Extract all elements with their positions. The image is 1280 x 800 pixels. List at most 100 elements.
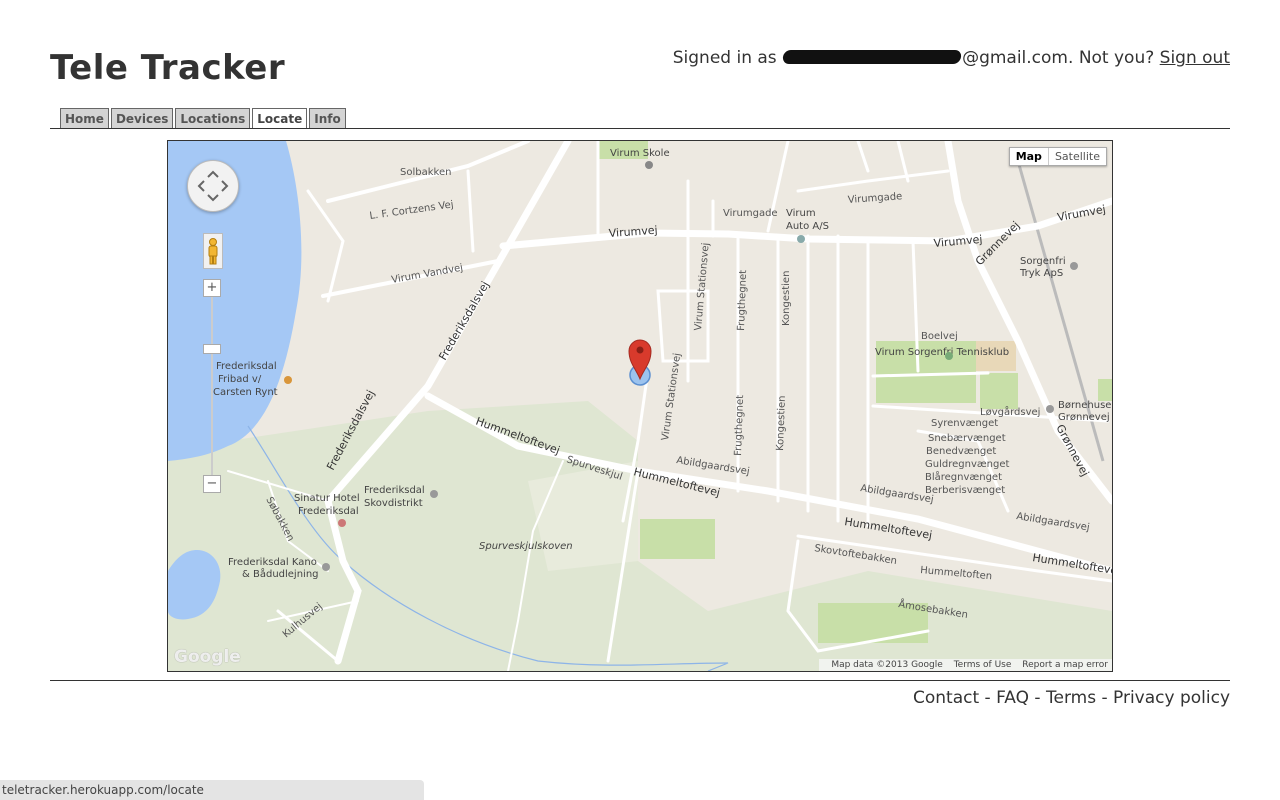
label-hotel-1: Sinatur Hotel [294, 493, 360, 504]
park-south [640, 519, 715, 559]
privacy-policy-link[interactable]: Privacy policy [1113, 688, 1230, 708]
footer-sep: - [979, 688, 997, 708]
road-lovgardsvej: Løvgårdsvej [980, 405, 1040, 418]
zoom-in-button[interactable]: + [203, 279, 221, 297]
footer-sep: - [1029, 688, 1046, 708]
road-berberisvaenget: Berberisvænget [925, 485, 1005, 496]
street-view-pegman-icon[interactable] [203, 233, 223, 269]
browser-status-bar: teletracker.herokuapp.com/locate [0, 780, 424, 800]
location-marker[interactable] [628, 339, 652, 386]
map-type-button[interactable]: Map [1010, 148, 1049, 165]
forestry-icon [430, 490, 438, 498]
report-error-link[interactable]: Report a map error [1022, 660, 1108, 670]
road-virumvej-1: Virumvej [608, 224, 658, 240]
label-hotel-2: Frederiksdal [298, 506, 359, 517]
main-nav: Home Devices Locations Locate Info [60, 108, 346, 129]
label-virum-skole: Virum Skole [610, 148, 670, 159]
park-edge [1098, 379, 1112, 401]
tab-devices[interactable]: Devices [110, 108, 174, 129]
road-guldregnvaenget: Guldregnvænget [925, 459, 1010, 470]
road-blaregnvaenget: Blåregnvænget [925, 470, 1002, 483]
faq-link[interactable]: FAQ [996, 688, 1029, 708]
kindergarten-icon [1046, 405, 1054, 413]
label-fribad-2: Fribad v/ [218, 374, 262, 385]
map-type-toggle: Map Satellite [1008, 147, 1107, 166]
satellite-type-button[interactable]: Satellite [1049, 148, 1106, 165]
road-bendvaenget: Benedvænget [926, 446, 996, 457]
road-virum-vandvej: Virum Vandvej [391, 263, 464, 286]
road-frugthegnet-2: Frugthegnet [733, 395, 746, 456]
label-fribad-1: Frederiksdal [216, 361, 277, 372]
road-abildgaardsvej-3: Abildgaardsvej [1016, 511, 1091, 533]
road-kongestien-2: Kongestien [775, 395, 788, 451]
map-tiles[interactable]: Virum Skole Virum Auto A/S Sorgenfri Try… [168, 141, 1112, 671]
label-sorgenfri-1: Sorgenfri [1020, 256, 1066, 267]
road-skovtoftebakken: Skovtoftebakken [814, 543, 898, 567]
google-logo: Google [174, 647, 241, 667]
road-frederiksdalsvej-1: Frederiksdalsvej [436, 279, 492, 362]
app-title: Tele Tracker [50, 48, 286, 88]
label-skov-1: Frederiksdal [364, 485, 425, 496]
footer-sep: - [1096, 688, 1113, 708]
label-tennis: Virum Sorgenfri Tennisklub [875, 347, 1009, 358]
road-syrenvaenget: Syrenvænget [931, 418, 998, 429]
map-canvas[interactable]: Virum Skole Virum Auto A/S Sorgenfri Try… [167, 140, 1113, 672]
terms-of-use-link[interactable]: Terms of Use [954, 660, 1012, 670]
sign-out-link[interactable]: Sign out [1160, 48, 1230, 68]
hotel-icon [338, 519, 346, 527]
label-bornehuse-2: Grønnevej [1058, 412, 1110, 423]
road-hummeltoften: Hummeltoften [920, 565, 993, 582]
road-snebaervaenget: Snebærvænget [928, 433, 1006, 444]
label-virum-auto-2: Auto A/S [786, 221, 829, 232]
map-data-credit: Map data ©2013 Google [831, 660, 943, 670]
road-solbakken: Solbakken [400, 167, 451, 178]
label-spurveskjulskoven: Spurveskjulskoven [479, 541, 573, 552]
label-bornehuse-1: Børnehuse [1058, 400, 1111, 411]
restaurant-icon [284, 376, 292, 384]
road-gronnevej-2: Grønnevej [1053, 422, 1091, 478]
map-attribution: Map data ©2013 Google Terms of Use Repor… [819, 659, 1112, 671]
footer-divider [50, 680, 1230, 681]
label-kano-2: & Bådudlejning [242, 567, 319, 580]
small-park [980, 373, 1018, 409]
email-domain: @gmail.com. [962, 48, 1074, 68]
road-cortzen: L. F. Cortzens Vej [369, 199, 454, 222]
pin-center [636, 346, 644, 354]
auto-icon [797, 235, 805, 243]
tab-info[interactable]: Info [309, 108, 346, 129]
zoom-slider-handle[interactable] [203, 344, 221, 354]
pan-control[interactable] [187, 160, 239, 212]
label-sorgenfri-2: Tryk ApS [1019, 268, 1063, 279]
label-skov-2: Skovdistrikt [364, 498, 423, 509]
tab-locate[interactable]: Locate [252, 108, 308, 129]
zoom-out-button[interactable]: − [203, 475, 221, 493]
signed-in-label: Signed in as [672, 48, 777, 68]
nav-divider [50, 128, 1230, 129]
terms-link[interactable]: Terms [1046, 688, 1096, 708]
contact-link[interactable]: Contact [913, 688, 979, 708]
road-abildgaardsvej-2: Abildgaardsvej [860, 483, 935, 505]
tab-home[interactable]: Home [60, 108, 109, 129]
tennis-icon [945, 352, 953, 360]
label-fribad-3: Carsten Rynt [213, 387, 278, 398]
label-kano-1: Frederiksdal Kano [228, 557, 317, 568]
road-virumgade-2: Virumgade [847, 191, 902, 206]
road-virum-stationsvej-2: Virum Stationsvej [660, 352, 683, 441]
zoom-slider-track[interactable] [211, 296, 213, 476]
road-boelvej: Boelvej [921, 331, 958, 342]
road-frugthegnet-1: Frugthegnet [736, 270, 749, 331]
tab-locations[interactable]: Locations [175, 108, 251, 129]
pegman-figure-icon [208, 238, 218, 265]
school-icon [645, 161, 653, 169]
business-icon [1070, 262, 1078, 270]
label-virum-auto-1: Virum [786, 208, 816, 219]
footer-links: Contact - FAQ - Terms - Privacy policy [913, 688, 1230, 708]
road-virumgade-1: Virumgade [723, 208, 778, 219]
pan-arrows-icon [197, 170, 229, 202]
redacted-email [782, 50, 963, 64]
not-you-label: Not you? [1078, 48, 1155, 68]
canoe-icon [322, 563, 330, 571]
road-kongestien-1: Kongestien [781, 271, 792, 326]
signin-status: Signed in as @gmail.com. Not you? Sign o… [673, 48, 1230, 68]
road-virumvej-3: Virumvej [1056, 203, 1106, 224]
